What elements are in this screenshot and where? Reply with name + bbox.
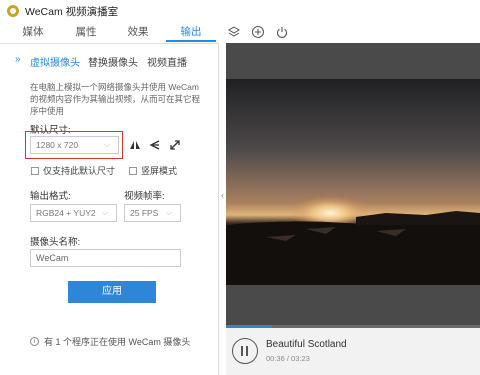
camera-name-input[interactable]: WeCam	[30, 249, 181, 267]
tab-effects[interactable]: 效果	[113, 22, 163, 42]
apply-button[interactable]: 应用	[68, 281, 156, 303]
title-bar: WeCam 视频演播室	[0, 0, 480, 22]
collapse-panel-arrow-icon[interactable]: ‹	[219, 190, 226, 204]
subtab-virtual-camera[interactable]: 虚拟摄像头	[30, 54, 80, 69]
checkbox-box	[31, 166, 39, 175]
frame-rate-label: 视频帧率:	[124, 191, 165, 202]
subtab-live-stream[interactable]: 视频直播	[147, 54, 187, 69]
double-chevron-icon: »	[15, 54, 21, 65]
portrait-mode-checkbox[interactable]: 竖屏模式	[129, 164, 177, 177]
layers-icon[interactable]	[227, 25, 241, 39]
output-format-value: RGB24 + YUY2	[36, 208, 96, 218]
main-tab-bar: 媒体 属性 效果 输出	[0, 22, 480, 42]
video-preview	[226, 79, 480, 285]
tab-properties[interactable]: 属性	[61, 22, 111, 42]
info-icon: i	[30, 337, 39, 346]
output-format-select[interactable]: RGB24 + YUY2 ⌵	[30, 204, 117, 222]
app-title: WeCam 视频演播室	[25, 5, 119, 18]
only-default-size-checkbox[interactable]: 仅支持此默认尺寸	[31, 164, 115, 177]
portrait-mode-label: 竖屏模式	[141, 166, 178, 176]
flip-horizontal-icon[interactable]	[128, 138, 142, 152]
power-icon[interactable]	[275, 25, 289, 39]
chevron-down-icon: ⌵	[165, 208, 172, 217]
output-format-label: 输出格式:	[30, 191, 71, 202]
chevron-down-icon: ⌵	[101, 208, 108, 217]
tab-output[interactable]: 输出	[166, 22, 216, 42]
tab-media[interactable]: 媒体	[8, 22, 58, 42]
app-logo-icon	[7, 5, 19, 17]
chevron-down-icon: ⌵	[103, 140, 110, 149]
camera-name-label: 摄像头名称:	[30, 237, 81, 248]
output-settings-panel: » 虚拟摄像头 替换摄像头 视频直播 在电脑上模拟一个网络摄像头并使用 WeCa…	[0, 43, 219, 375]
fullscreen-icon[interactable]	[168, 138, 182, 152]
add-circle-icon[interactable]	[251, 25, 265, 39]
virtual-camera-description: 在电脑上模拟一个网络摄像头并使用 WeCam 的视频内容作为其输出视频，从而可在…	[30, 82, 201, 116]
only-default-size-label: 仅支持此默认尺寸	[43, 166, 116, 176]
player-controls: Beautiful Scotland 00:36 / 03:23	[226, 328, 480, 375]
camera-usage-status: i 有 1 个程序正在使用 WeCam 摄像头	[30, 335, 190, 348]
preview-panel: Beautiful Scotland 00:36 / 03:23	[226, 43, 480, 375]
default-size-select[interactable]: 1280 x 720 ⌵	[30, 136, 119, 154]
track-name: Beautiful Scotland	[266, 339, 347, 350]
subtab-replace-camera[interactable]: 替换摄像头	[88, 54, 138, 69]
track-time: 00:36 / 03:23	[266, 354, 310, 363]
checkbox-box	[129, 166, 137, 175]
camera-usage-text: 有 1 个程序正在使用 WeCam 摄像头	[44, 337, 191, 347]
rotate-icon[interactable]	[148, 138, 162, 152]
output-subtabs: » 虚拟摄像头 替换摄像头 视频直播	[0, 54, 219, 72]
pause-button[interactable]	[232, 338, 258, 364]
frame-rate-value: 25 FPS	[130, 208, 159, 218]
frame-rate-select[interactable]: 25 FPS ⌵	[124, 204, 181, 222]
default-size-value: 1280 x 720	[36, 140, 79, 150]
